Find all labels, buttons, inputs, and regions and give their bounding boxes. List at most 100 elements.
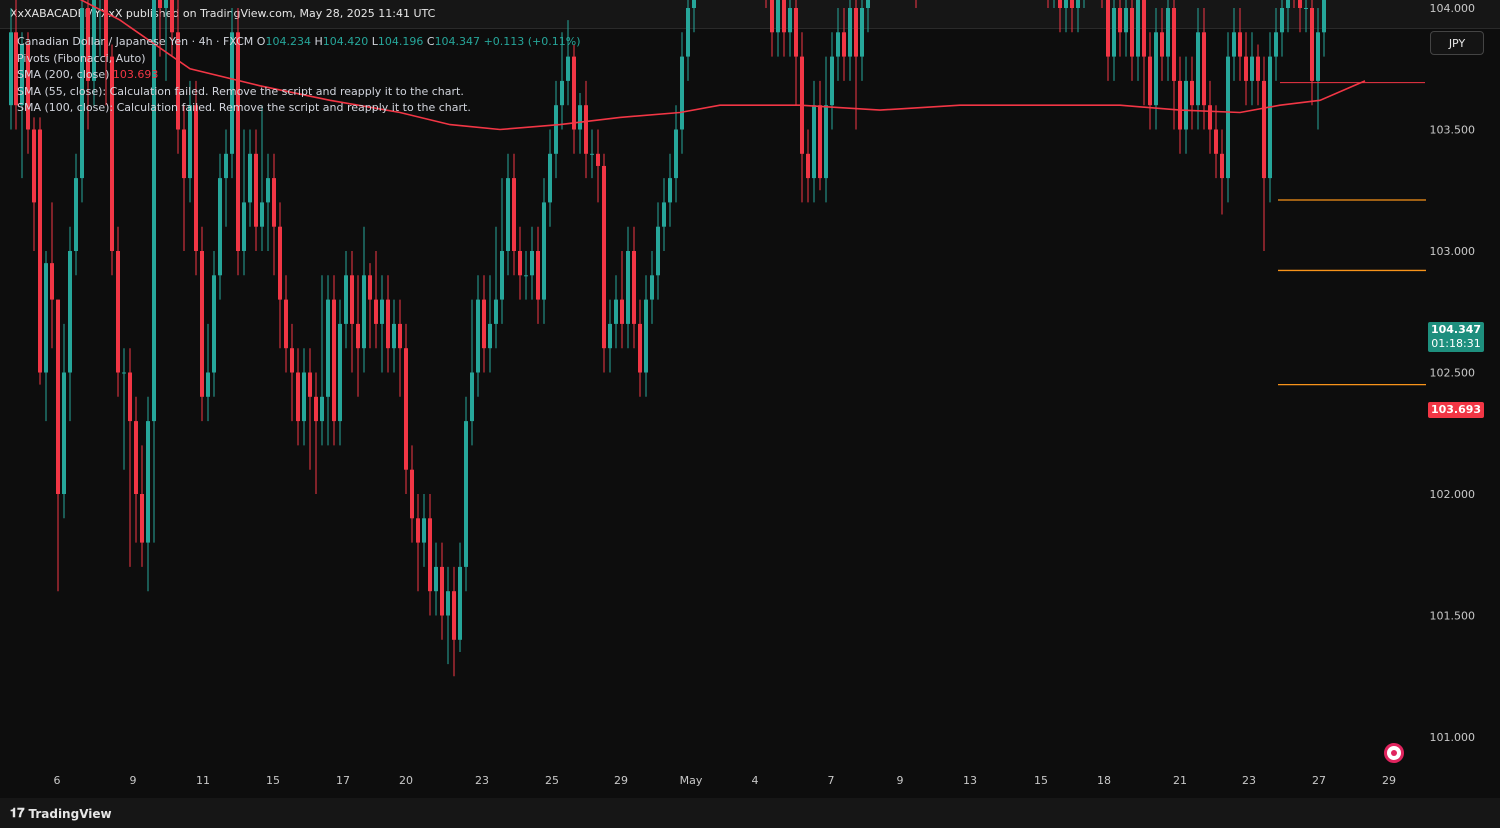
candle-body xyxy=(284,299,288,349)
candle-body xyxy=(1196,32,1200,106)
candle-body xyxy=(542,202,546,300)
candle-body xyxy=(602,165,606,349)
candle-body xyxy=(854,8,858,57)
legend-sma100[interactable]: SMA (100, close): Calculation failed. Re… xyxy=(17,100,581,117)
candle-body xyxy=(794,8,798,57)
open-value: 104.234 xyxy=(265,35,311,48)
candle-body xyxy=(812,105,816,179)
legend-sma200[interactable]: SMA (200, close) 103.693 xyxy=(17,67,581,84)
candle-body xyxy=(1274,32,1278,57)
last-price-tag: 104.347 01:18:31 xyxy=(1428,322,1484,352)
candle-body xyxy=(1232,32,1236,57)
last-price-value: 104.347 xyxy=(1430,323,1482,336)
y-tick-label: 103.000 xyxy=(1430,245,1476,258)
candle-body xyxy=(674,129,678,179)
candle-body xyxy=(218,178,222,276)
candle-body xyxy=(1058,0,1062,8)
candle-body xyxy=(512,178,516,251)
legend-pivots[interactable]: Pivots (Fibonacci, Auto) xyxy=(17,51,581,68)
candle-body xyxy=(296,372,300,422)
high-value: 104.420 xyxy=(322,35,369,48)
x-tick-label: 11 xyxy=(196,774,210,787)
candle-body xyxy=(74,178,78,251)
candle-body xyxy=(1208,105,1212,130)
candle-body xyxy=(350,275,354,324)
candle-body xyxy=(1238,32,1242,57)
candle-body xyxy=(134,421,138,494)
candle-body xyxy=(452,591,456,640)
currency-button[interactable]: JPY xyxy=(1430,31,1484,55)
candle-body xyxy=(9,32,13,106)
candle-body xyxy=(398,323,402,349)
candle-body xyxy=(632,251,636,324)
candle-body xyxy=(314,396,318,422)
candle-body xyxy=(128,372,132,422)
candle-body xyxy=(1160,32,1164,57)
sma-price-tag: 103.693 xyxy=(1428,402,1484,418)
x-tick-label: 9 xyxy=(130,774,137,787)
x-tick-label: 20 xyxy=(399,774,413,787)
x-tick-label: 25 xyxy=(545,774,559,787)
candle-body xyxy=(476,299,480,373)
candle-body xyxy=(206,372,210,397)
candle-body xyxy=(590,153,594,155)
x-tick-label: 27 xyxy=(1312,774,1326,787)
candle-body xyxy=(272,178,276,227)
candle-body xyxy=(416,518,420,543)
brand-text: TradingView xyxy=(28,806,112,821)
candle-body xyxy=(692,0,696,8)
candle-body xyxy=(518,251,522,276)
target-icon[interactable] xyxy=(1384,743,1404,763)
candle-body xyxy=(1220,153,1224,179)
bar-countdown: 01:18:31 xyxy=(1431,337,1481,350)
candle-body xyxy=(1136,0,1140,57)
candle-body xyxy=(1064,0,1068,8)
candle-body xyxy=(146,421,150,543)
candle-body xyxy=(650,275,654,300)
candle-body xyxy=(1172,8,1176,81)
candle-body xyxy=(530,251,534,276)
candle-body xyxy=(122,372,126,374)
candle-body xyxy=(50,263,54,300)
candle-body xyxy=(464,421,468,567)
candle-body xyxy=(656,226,660,276)
candle-body xyxy=(866,0,870,8)
candle-body xyxy=(320,396,324,422)
low-value: 104.196 xyxy=(377,35,424,48)
candle-body xyxy=(224,153,228,179)
candle-body xyxy=(446,591,450,616)
candle-body xyxy=(1280,8,1284,33)
pivot-layer xyxy=(1278,199,1426,386)
candle-body xyxy=(44,263,48,373)
candle-body xyxy=(1304,8,1308,9)
tradingview-logo[interactable]: 𝟏𝟕 TradingView xyxy=(10,806,112,821)
candle-body xyxy=(332,299,336,422)
candle-body xyxy=(62,372,66,494)
candle-body xyxy=(644,299,648,373)
candle-body xyxy=(1070,0,1074,8)
legend-symbol-row: Canadian Dollar / Japanese Yen · 4h · FX… xyxy=(17,34,581,51)
y-tick-label: 101.500 xyxy=(1430,610,1476,623)
candle-body xyxy=(626,251,630,324)
candle-body xyxy=(362,275,366,349)
candle-body xyxy=(824,105,828,179)
x-tick-label: 13 xyxy=(963,774,977,787)
candle-body xyxy=(260,202,264,227)
legend-sma55[interactable]: SMA (55, close): Calculation failed. Rem… xyxy=(17,84,581,101)
candle-body xyxy=(836,32,840,57)
candle-body xyxy=(1226,56,1230,179)
candle-body xyxy=(194,105,198,251)
x-tick-label: May xyxy=(680,774,703,787)
candle-body xyxy=(1130,8,1134,57)
candle-body xyxy=(614,299,618,324)
symbol-title: Canadian Dollar / Japanese Yen · 4h · FX… xyxy=(17,35,254,48)
candle-body xyxy=(638,323,642,373)
price-chart[interactable]: 101.000 101.500 102.000 102.500 103.000 103.5… xyxy=(0,0,1500,828)
candle-body xyxy=(170,0,174,33)
candle-body xyxy=(1106,0,1110,57)
candle-body xyxy=(200,251,204,397)
x-tick-label: 15 xyxy=(266,774,280,787)
candle-body xyxy=(770,0,774,33)
sma200-value: 103.693 xyxy=(112,68,159,81)
candle-body xyxy=(668,178,672,203)
